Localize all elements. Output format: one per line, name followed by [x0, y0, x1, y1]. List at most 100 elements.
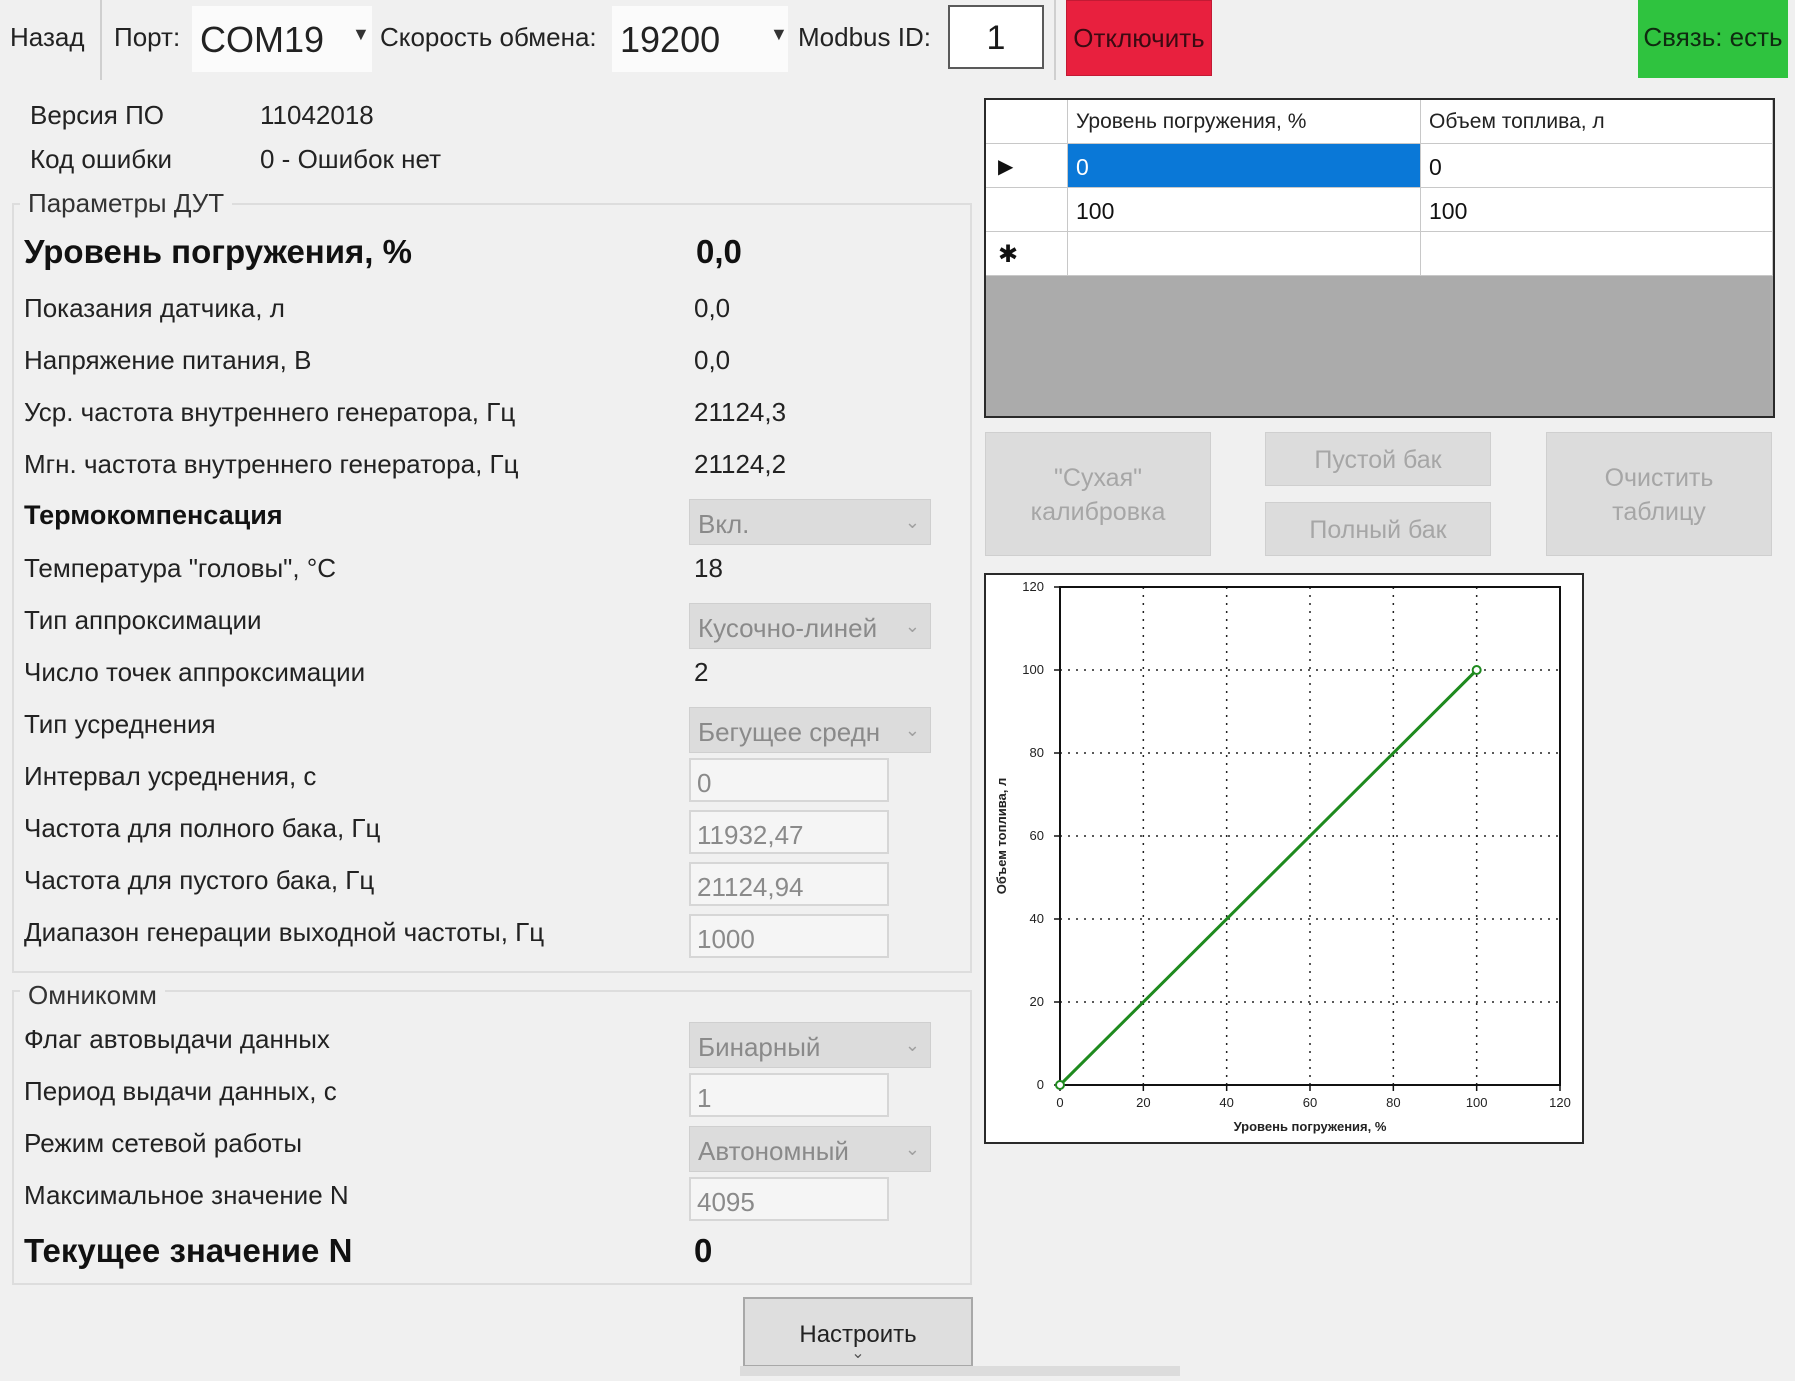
averaging-type-select[interactable]: Бегущее средн ⌄	[689, 707, 931, 753]
auto-output-flag-select[interactable]: Бинарный ⌄	[689, 1022, 931, 1068]
table-cell[interactable]: 0	[1421, 144, 1773, 188]
error-code-value: 0 - Ошибок нет	[260, 144, 441, 174]
table-cell[interactable]: 0	[1068, 144, 1421, 188]
param-label: Напряжение питания, В	[24, 345, 312, 375]
table-row[interactable]: 100 100	[986, 188, 1773, 232]
table-cell[interactable]	[1421, 232, 1773, 276]
averaging-type-value: Бегущее средн	[698, 717, 881, 747]
button-label: Полный бак	[1309, 516, 1447, 544]
param-label: Показания датчика, л	[24, 293, 285, 323]
data-point	[1055, 1080, 1065, 1090]
calibration-table[interactable]: Уровень погружения, % Объем топлива, л ▶…	[984, 98, 1775, 418]
param-label: Частота для полного бака, Гц	[24, 813, 381, 843]
column-header-fuel-volume[interactable]: Объем топлива, л	[1421, 100, 1773, 144]
y-tick-label: 20	[1030, 994, 1044, 1009]
row-header[interactable]: ✱	[986, 232, 1068, 276]
y-tick-label: 80	[1030, 745, 1044, 760]
table-cell[interactable]: 100	[1068, 188, 1421, 232]
modbus-id-input[interactable]: 1	[948, 5, 1044, 69]
averaging-interval-input[interactable]: 0	[689, 758, 889, 802]
approximation-type-select[interactable]: Кусочно-линей ⌄	[689, 603, 931, 649]
setup-button[interactable]: Настроить ⌄	[743, 1297, 973, 1367]
firmware-label: Версия ПО	[30, 100, 164, 130]
table-header-row: Уровень погружения, % Объем топлива, л	[986, 100, 1773, 144]
param-label: Уровень погружения, %	[24, 233, 412, 270]
column-header-label: Уровень погружения, %	[1076, 110, 1307, 133]
empty-tank-button[interactable]: Пустой бак	[1265, 432, 1491, 486]
chevron-down-icon[interactable]: ▼	[770, 24, 788, 45]
max-n-value: 4095	[697, 1187, 755, 1217]
new-row-icon: ✱	[998, 241, 1019, 268]
horizontal-scrollbar[interactable]	[740, 1366, 1180, 1376]
column-header-immersion[interactable]: Уровень погружения, %	[1068, 100, 1421, 144]
max-n-input[interactable]: 4095	[689, 1177, 889, 1221]
series-line	[1058, 668, 1478, 1087]
param-label: Мгн. частота внутреннего генератора, Гц	[24, 449, 519, 479]
x-tick-label: 40	[1219, 1095, 1233, 1110]
cell-value: 100	[1076, 198, 1115, 224]
current-n-value: 0	[694, 1232, 713, 1269]
chevron-down-icon: ⌄	[904, 512, 920, 532]
param-label: Уср. частота внутреннего генератора, Гц	[24, 397, 516, 427]
table-row[interactable]: ▶ 0 0	[986, 144, 1773, 188]
network-mode-select[interactable]: Автономный ⌄	[689, 1126, 931, 1172]
full-tank-frequency-value: 11932,47	[697, 820, 804, 850]
error-code-label: Код ошибки	[30, 144, 173, 174]
disconnect-button[interactable]: Отключить	[1066, 0, 1212, 76]
toolbar-separator	[100, 0, 102, 80]
column-header-label: Объем топлива, л	[1429, 110, 1605, 133]
network-mode-value: Автономный	[698, 1136, 849, 1166]
instant-frequency-value: 21124,2	[694, 449, 787, 479]
param-label: Тип усреднения	[24, 709, 216, 739]
table-cell[interactable]	[1068, 232, 1421, 276]
approximation-type-value: Кусочно-линей	[698, 613, 878, 643]
averaging-interval-value: 0	[697, 768, 712, 798]
button-label: "Сухая"	[1054, 464, 1142, 492]
param-label: Максимальное значение N	[24, 1180, 349, 1210]
frequency-range-input[interactable]: 1000	[689, 914, 889, 958]
chevron-down-icon[interactable]: ▼	[352, 24, 370, 45]
baud-select[interactable]: 19200	[612, 6, 788, 72]
port-select[interactable]: COM19	[192, 6, 372, 72]
new-row[interactable]: ✱	[986, 232, 1773, 276]
full-tank-button[interactable]: Полный бак	[1265, 502, 1491, 556]
baud-label: Скорость обмена:	[380, 22, 597, 52]
row-header[interactable]	[986, 188, 1068, 232]
back-button[interactable]: Назад	[10, 22, 85, 53]
sensor-reading-value: 0,0	[694, 293, 731, 323]
full-tank-frequency-input[interactable]: 11932,47	[689, 810, 889, 854]
y-tick-label: 0	[1037, 1077, 1044, 1092]
clear-table-button[interactable]: Очистить таблицу	[1546, 432, 1772, 556]
thermo-compensation-select[interactable]: Вкл. ⌄	[689, 499, 931, 545]
x-tick-label: 0	[1056, 1095, 1063, 1110]
param-label: Частота для пустого бака, Гц	[24, 865, 375, 895]
calibration-chart: 0 20 40 60 80 100 120 0 20 40 60 80 100 120 Уровень по…	[984, 573, 1584, 1144]
param-label: Термокомпенсация	[24, 500, 283, 530]
button-label: таблицу	[1612, 498, 1706, 526]
param-label: Период выдачи данных, с	[24, 1076, 337, 1106]
dry-calibration-button[interactable]: "Сухая" калибровка	[985, 432, 1211, 556]
chevron-down-icon: ⌄	[904, 1139, 920, 1159]
param-label: Число точек аппроксимации	[24, 657, 366, 687]
x-tick-label: 20	[1136, 1095, 1150, 1110]
disconnect-label: Отключить	[1073, 23, 1205, 53]
data-point	[1471, 665, 1482, 675]
frequency-range-value: 1000	[697, 924, 755, 954]
x-axis-label: Уровень погружения, %	[1234, 1119, 1387, 1134]
chevron-down-icon: ⌄	[904, 1035, 920, 1055]
table-cell[interactable]: 100	[1421, 188, 1773, 232]
thermo-compensation-value: Вкл.	[698, 509, 750, 539]
empty-tank-frequency-input[interactable]: 21124,94	[689, 862, 889, 906]
current-row-icon: ▶	[998, 156, 1014, 178]
approximation-points-value: 2	[694, 657, 709, 687]
button-label: калибровка	[1030, 498, 1166, 526]
row-header-corner	[986, 100, 1068, 144]
output-period-input[interactable]: 1	[689, 1073, 889, 1117]
supply-voltage-value: 0,0	[694, 345, 731, 375]
empty-tank-frequency-value: 21124,94	[697, 872, 804, 902]
button-label: Пустой бак	[1314, 446, 1442, 474]
omnicomm-title: Омникомм	[20, 980, 165, 1011]
cell-value: 0	[1076, 154, 1089, 180]
row-header[interactable]: ▶	[986, 144, 1068, 188]
y-tick-label: 100	[1022, 662, 1044, 677]
